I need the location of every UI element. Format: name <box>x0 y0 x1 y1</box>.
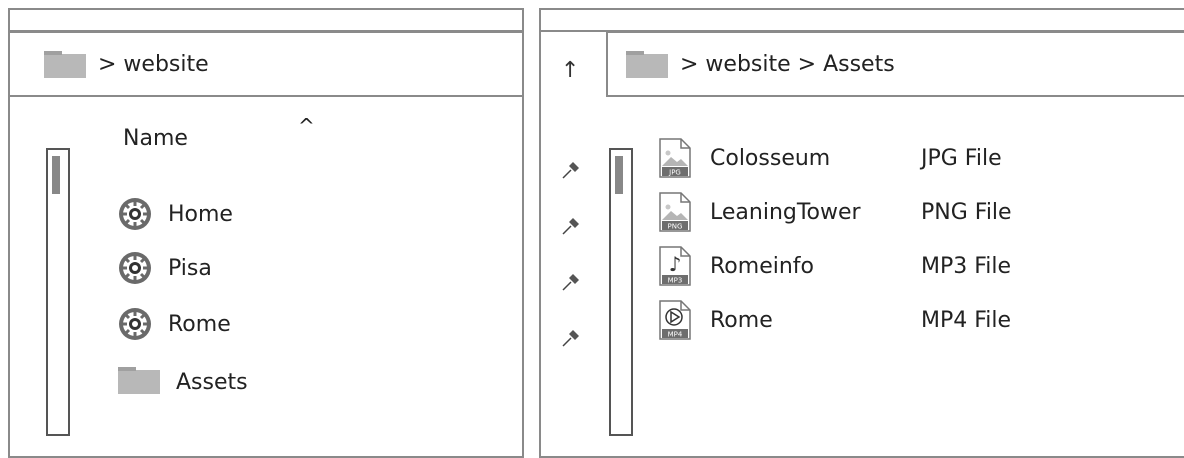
file-name: Rome <box>710 308 773 333</box>
column-header-name[interactable]: Name <box>123 126 188 151</box>
svg-text:PNG: PNG <box>668 223 683 231</box>
vertical-scrollbar[interactable] <box>46 148 70 436</box>
pin-icon[interactable] <box>561 272 581 292</box>
folder-icon <box>118 367 160 394</box>
webpage-icon <box>119 198 151 230</box>
svg-text:MP3: MP3 <box>668 277 683 285</box>
right-explorer-pane: ↑ > website > Assets JPG Colosseum JPG F… <box>539 8 1184 458</box>
folder-icon <box>626 51 668 78</box>
list-item-home[interactable]: Home <box>118 196 233 232</box>
breadcrumb[interactable]: > website > Assets <box>680 52 895 77</box>
list-item-pisa[interactable]: Pisa <box>118 250 212 286</box>
list-item-label: Pisa <box>168 255 212 281</box>
scrollbar-thumb[interactable] <box>52 156 60 194</box>
up-arrow-icon[interactable]: ↑ <box>561 58 579 83</box>
breadcrumb[interactable]: > website <box>98 52 209 77</box>
audio-file-icon: ♪ MP3 <box>659 246 691 286</box>
list-item-label: Rome <box>168 311 231 337</box>
webpage-icon <box>119 252 151 284</box>
image-file-icon: JPG <box>659 138 691 178</box>
pin-icon[interactable] <box>561 328 581 348</box>
file-name: Romeinfo <box>710 254 814 279</box>
list-item-label: Home <box>168 201 233 227</box>
sort-ascending-indicator[interactable]: ^ <box>298 114 315 138</box>
svg-text:♪: ♪ <box>669 252 682 276</box>
svg-text:MP4: MP4 <box>668 331 683 339</box>
list-item-assets[interactable]: Assets <box>118 364 248 400</box>
right-address-bar[interactable]: > website > Assets <box>606 31 1184 97</box>
pin-icon[interactable] <box>561 216 581 236</box>
video-file-icon: MP4 <box>659 300 691 340</box>
left-title-strip <box>10 10 522 32</box>
list-item-rome[interactable]: Rome <box>118 306 231 342</box>
scrollbar-thumb[interactable] <box>615 156 623 194</box>
file-name: LeaningTower <box>710 200 861 225</box>
folder-icon <box>44 51 86 78</box>
file-type: PNG File <box>921 200 1012 225</box>
file-type: JPG File <box>921 146 1002 171</box>
pin-icon[interactable] <box>561 160 581 180</box>
file-type: MP4 File <box>921 308 1012 333</box>
webpage-icon <box>119 308 151 340</box>
left-explorer-pane: > website Name ^ Home Pisa Rome Assets <box>8 8 524 458</box>
left-address-bar[interactable]: > website <box>8 31 524 97</box>
file-name: Colosseum <box>710 146 831 171</box>
svg-text:JPG: JPG <box>668 169 681 177</box>
vertical-scrollbar[interactable] <box>609 148 633 436</box>
right-title-strip <box>541 10 1184 32</box>
file-type: MP3 File <box>921 254 1012 279</box>
image-file-icon: PNG <box>659 192 691 232</box>
list-item-label: Assets <box>176 369 248 395</box>
